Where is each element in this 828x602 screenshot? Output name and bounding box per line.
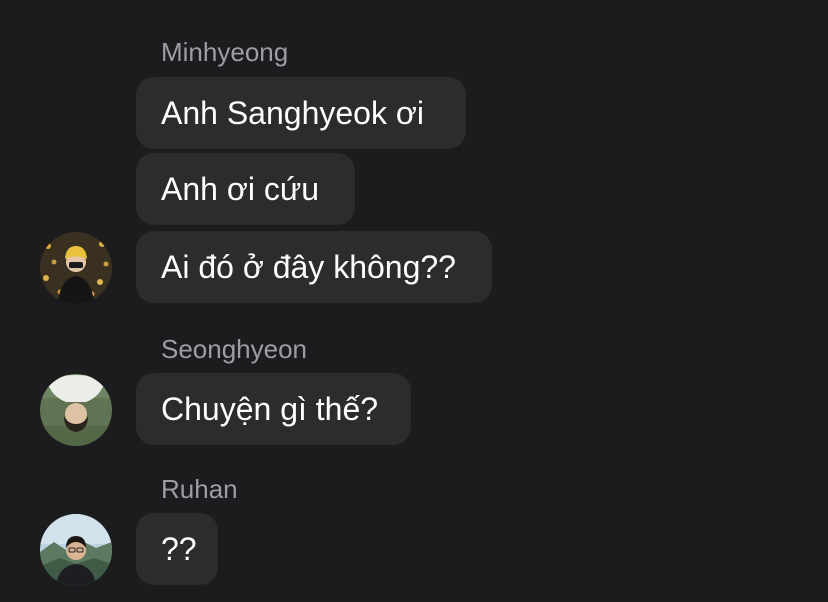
person-photo-avatar-icon [40, 374, 112, 446]
person-photo-avatar-icon [40, 232, 112, 304]
sender-name-minhyeong: Minhyeong [161, 37, 289, 67]
message-bubble[interactable]: Anh Sanghyeok ơi [136, 77, 466, 149]
message-bubble[interactable]: Anh ơi cứu [136, 153, 355, 225]
avatar-minhyeong[interactable] [40, 232, 112, 304]
sender-name-ruhan: Ruhan [161, 474, 238, 504]
sender-name-seonghyeon: Seonghyeon [161, 334, 308, 364]
message-bubble[interactable]: Chuyện gì thế? [136, 373, 411, 445]
message-bubble[interactable]: Ai đó ở đây không?? [136, 231, 492, 303]
person-photo-avatar-icon [40, 514, 112, 586]
avatar-seonghyeon[interactable] [40, 374, 112, 446]
message-bubble[interactable]: ?? [136, 513, 218, 585]
avatar-ruhan[interactable] [40, 514, 112, 586]
